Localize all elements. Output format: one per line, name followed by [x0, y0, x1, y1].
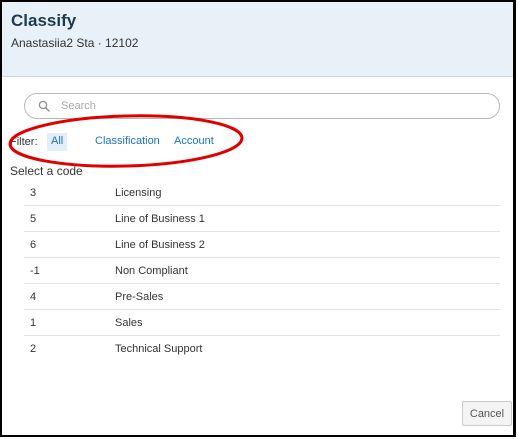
code-name: Line of Business 2 — [115, 239, 205, 251]
list-item[interactable]: 1 Sales — [24, 310, 500, 336]
filter-label: Filter: — [10, 136, 38, 148]
classify-dialog: Classify Anastasiia2 Sta · 12102 Search … — [0, 0, 516, 437]
code-name: Licensing — [115, 187, 162, 199]
dialog-subtitle: Anastasiia2 Sta · 12102 — [11, 36, 139, 50]
code-name: Non Compliant — [115, 265, 188, 277]
search-input[interactable]: Search — [24, 93, 500, 119]
search-icon — [38, 100, 50, 112]
code-number: 1 — [30, 317, 37, 329]
code-list: 3 Licensing 5 Line of Business 1 6 Line … — [24, 180, 500, 362]
dialog-header: Classify Anastasiia2 Sta · 12102 — [2, 2, 513, 77]
search-placeholder: Search — [61, 100, 96, 112]
code-name: Sales — [115, 317, 143, 329]
dialog-title: Classify — [11, 11, 77, 30]
list-item[interactable]: 2 Technical Support — [24, 336, 500, 362]
list-item[interactable]: 6 Line of Business 2 — [24, 232, 500, 258]
filter-account-button[interactable]: Account — [170, 133, 218, 151]
list-item[interactable]: -1 Non Compliant — [24, 258, 500, 284]
code-number: 2 — [30, 343, 37, 355]
select-code-label: Select a code — [10, 164, 83, 178]
code-number: -1 — [30, 265, 40, 277]
code-number: 3 — [30, 187, 37, 199]
code-number: 5 — [30, 213, 37, 225]
filter-classification-button[interactable]: Classification — [91, 133, 164, 151]
code-number: 4 — [30, 291, 37, 303]
list-item[interactable]: 4 Pre-Sales — [24, 284, 500, 310]
code-name: Technical Support — [115, 343, 203, 355]
cancel-button[interactable]: Cancel — [462, 401, 512, 426]
code-name: Pre-Sales — [115, 291, 164, 303]
list-item[interactable]: 5 Line of Business 1 — [24, 206, 500, 232]
code-name: Line of Business 1 — [115, 213, 205, 225]
list-item[interactable]: 3 Licensing — [24, 180, 500, 206]
code-number: 6 — [30, 239, 37, 251]
filter-all-button[interactable]: All — [47, 133, 68, 151]
